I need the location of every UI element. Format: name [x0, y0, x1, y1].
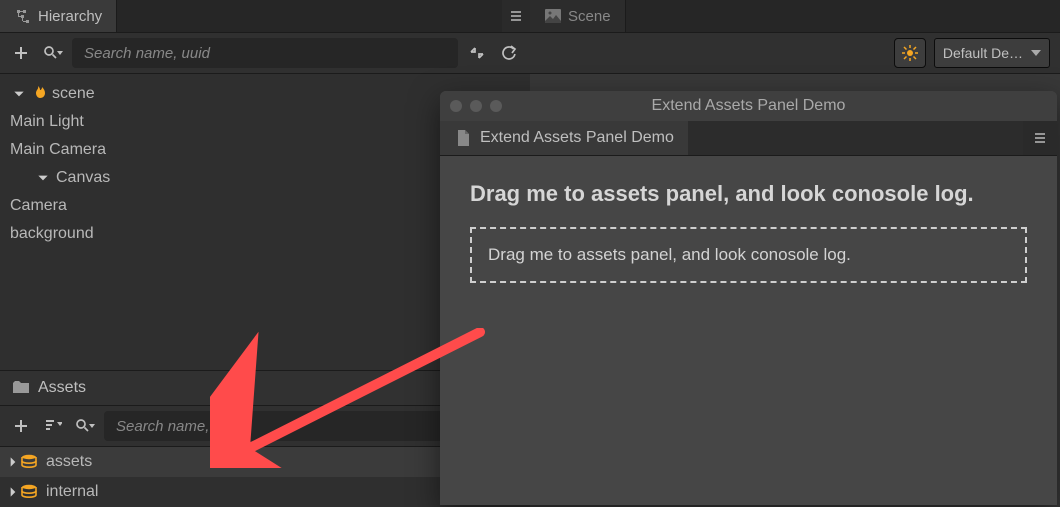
- hierarchy-search-wrap: [72, 38, 458, 68]
- search-dropdown-button[interactable]: [40, 40, 66, 66]
- assets-sort-button[interactable]: [40, 413, 66, 439]
- tab-scene[interactable]: Scene: [530, 0, 626, 32]
- chevron-down-icon: [12, 87, 26, 101]
- chevron-down-icon: [36, 171, 50, 185]
- floating-menu-button[interactable]: [1023, 121, 1057, 155]
- add-button[interactable]: [8, 40, 34, 66]
- assets-search-dropdown-button[interactable]: [72, 413, 98, 439]
- collapse-button[interactable]: [464, 40, 490, 66]
- gizmo-toggle-button[interactable]: [894, 38, 926, 68]
- chevron-right-icon: [6, 455, 20, 469]
- database-icon: [20, 454, 38, 470]
- minimize-icon[interactable]: [470, 100, 482, 112]
- hierarchy-toolbar: [0, 33, 530, 74]
- assets-title: Assets: [38, 379, 86, 397]
- node-label: Canvas: [56, 169, 110, 187]
- scene-tabbar: Scene: [530, 0, 1060, 33]
- asset-label: internal: [46, 483, 98, 501]
- device-dropdown[interactable]: Default De…: [934, 38, 1050, 68]
- drag-text: Drag me to assets panel, and look conoso…: [488, 245, 851, 264]
- floating-tabs-spacer: [688, 121, 1023, 155]
- window-title: Extend Assets Panel Demo: [652, 97, 846, 115]
- file-icon: [454, 129, 472, 147]
- maximize-icon[interactable]: [490, 100, 502, 112]
- refresh-button[interactable]: [496, 40, 522, 66]
- floating-window-titlebar[interactable]: Extend Assets Panel Demo: [440, 91, 1057, 121]
- scene-toolbar: Default De…: [530, 33, 1060, 74]
- tab-hierarchy[interactable]: Hierarchy: [0, 0, 117, 32]
- drag-source-box[interactable]: Drag me to assets panel, and look conoso…: [470, 227, 1027, 283]
- hierarchy-search-input[interactable]: [82, 44, 448, 63]
- floating-tab-label: Extend Assets Panel Demo: [480, 129, 674, 147]
- floating-window[interactable]: Extend Assets Panel Demo Extend Assets P…: [440, 91, 1057, 505]
- scene-tabbar-spacer: [626, 0, 1060, 32]
- assets-add-button[interactable]: [8, 413, 34, 439]
- floating-heading: Drag me to assets panel, and look conoso…: [470, 180, 1027, 209]
- hierarchy-tab-label: Hierarchy: [38, 8, 102, 25]
- tab-extend-demo[interactable]: Extend Assets Panel Demo: [440, 121, 688, 155]
- node-label: Main Light: [10, 113, 84, 131]
- fire-icon: [30, 85, 48, 103]
- scene-icon: [544, 7, 562, 25]
- node-label: Camera: [10, 197, 67, 215]
- asset-label: assets: [46, 453, 92, 471]
- floating-window-body: Drag me to assets panel, and look conoso…: [440, 156, 1057, 505]
- chevron-down-icon: [1031, 50, 1041, 56]
- node-label: background: [10, 225, 94, 243]
- close-icon[interactable]: [450, 100, 462, 112]
- scene-node-label: scene: [52, 85, 95, 103]
- scene-tab-label: Scene: [568, 8, 611, 25]
- floating-window-tabs: Extend Assets Panel Demo: [440, 121, 1057, 156]
- database-icon: [20, 484, 38, 500]
- folder-icon: [12, 379, 30, 397]
- hierarchy-icon: [14, 7, 32, 25]
- chevron-right-icon: [6, 485, 20, 499]
- device-label: Default De…: [943, 45, 1023, 61]
- hierarchy-tabbar-spacer: [117, 0, 502, 32]
- hierarchy-tabbar: Hierarchy: [0, 0, 530, 33]
- traffic-lights: [450, 91, 502, 121]
- node-label: Main Camera: [10, 141, 106, 159]
- hierarchy-menu-button[interactable]: [502, 0, 530, 32]
